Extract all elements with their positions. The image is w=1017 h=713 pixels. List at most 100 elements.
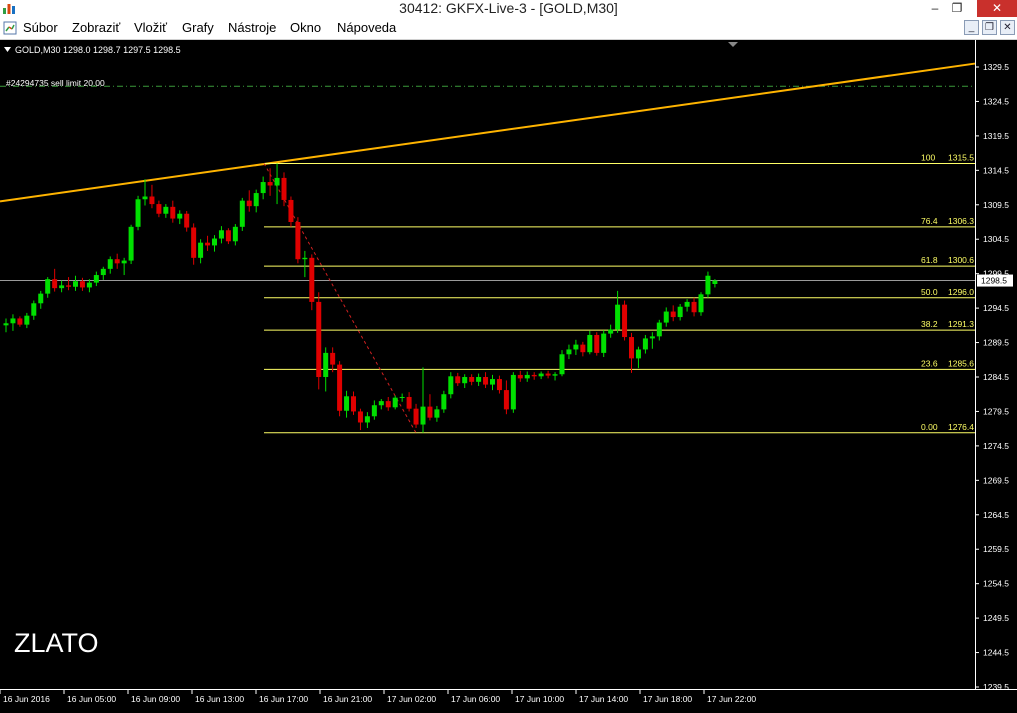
price-tick-label: 1324.5 (983, 96, 1009, 106)
candle-body (17, 318, 23, 325)
price-tick-label: 1274.5 (983, 441, 1009, 451)
candle-body (608, 329, 614, 334)
menu-tools[interactable]: Nástroje (228, 17, 276, 39)
menu-insert[interactable]: Vložiť (134, 17, 167, 39)
candle-body (267, 182, 273, 186)
candle-body (656, 322, 662, 337)
candle-body (427, 406, 433, 418)
candle-body (406, 396, 412, 409)
price-chart-area[interactable]: GOLD,M30 1298.0 1298.7 1297.5 1298.5 #24… (0, 40, 1017, 708)
price-tick-label: 1319.5 (983, 131, 1009, 141)
price-tick-label: 1289.5 (983, 338, 1009, 348)
candle-body (503, 390, 509, 410)
candle-body (559, 354, 565, 375)
fib-level-price: 1306.3 (948, 216, 974, 226)
mdi-restore-button[interactable]: ❐ (982, 20, 997, 35)
candle-body (24, 315, 30, 325)
candle-body (38, 293, 44, 304)
fib-level-ratio: 23.6 (921, 358, 938, 368)
fib-level-price: 1276.4 (948, 422, 974, 432)
menu-view[interactable]: Zobraziť (72, 17, 120, 39)
candle-body (239, 200, 245, 227)
chart-window-icon (3, 21, 17, 35)
candle-body (510, 374, 516, 410)
candle-body (253, 193, 259, 207)
candle-body (392, 397, 398, 408)
candle-body (434, 409, 440, 418)
price-tick-label: 1239.5 (983, 682, 1009, 692)
candle-body (3, 323, 9, 326)
candle-body (399, 396, 405, 398)
candle-body (107, 259, 113, 269)
time-tick-label: 17 Jun 14:00 (579, 694, 628, 704)
candle-body (316, 301, 322, 377)
candle-body (163, 206, 169, 214)
candle-body (712, 280, 718, 284)
fib-level-ratio: 50.0 (921, 287, 938, 297)
price-tick-label: 1254.5 (983, 579, 1009, 589)
price-tick-label: 1244.5 (983, 648, 1009, 658)
candle-body (86, 282, 92, 288)
fib-level-ratio: 76.4 (921, 216, 938, 226)
time-tick-label: 17 Jun 22:00 (707, 694, 756, 704)
candle (698, 292, 704, 316)
candle-body (135, 199, 141, 227)
menu-charts[interactable]: Grafy (182, 17, 214, 39)
menu-file[interactable]: Súbor (23, 17, 58, 39)
candle-body (420, 406, 426, 425)
candle-body (177, 213, 183, 219)
candle-body (170, 206, 176, 219)
candle-body (566, 349, 572, 355)
price-tick-label: 1309.5 (983, 200, 1009, 210)
candle-body (59, 285, 65, 289)
candle-body (357, 411, 363, 423)
price-tick-label: 1269.5 (983, 475, 1009, 485)
candle-body (156, 204, 162, 214)
price-chart[interactable]: GOLD,M30 1298.0 1298.7 1297.5 1298.5 #24… (0, 40, 1017, 708)
candle (392, 395, 398, 410)
time-tick-label: 16 Jun 13:00 (195, 694, 244, 704)
candle-body (198, 242, 204, 258)
mdi-close-button[interactable]: ✕ (1000, 20, 1015, 35)
candle (135, 195, 141, 231)
candle-body (225, 230, 231, 242)
close-button[interactable]: ✕ (977, 0, 1017, 17)
menu-window[interactable]: Okno (290, 17, 321, 39)
candle-body (337, 364, 343, 411)
mdi-minimize-button[interactable]: _ (964, 20, 979, 35)
candle-body (73, 281, 78, 287)
candle-body (45, 279, 51, 294)
candle-body (538, 373, 544, 377)
maximize-button[interactable]: ❐ (942, 0, 972, 17)
window-title: 30412: GKFX-Live-3 - [GOLD,M30] (399, 0, 618, 16)
candle-body (615, 304, 621, 330)
candle-body (100, 268, 106, 276)
price-tick-label: 1249.5 (983, 613, 1009, 623)
candle-body (698, 294, 704, 313)
candle-body (114, 259, 120, 264)
time-tick-label: 16 Jun 2016 (3, 694, 50, 704)
price-tick-label: 1279.5 (983, 406, 1009, 416)
candle-body (218, 230, 224, 239)
candle (295, 217, 301, 264)
candle-body (663, 311, 669, 323)
candle-body (649, 336, 655, 339)
candle-body (260, 182, 266, 194)
candle-body (601, 333, 607, 353)
time-tick-label: 17 Jun 18:00 (643, 694, 692, 704)
candle-body (483, 377, 489, 385)
time-tick-label: 16 Jun 21:00 (323, 694, 372, 704)
price-tick-label: 1264.5 (983, 510, 1009, 520)
candle (594, 332, 600, 356)
price-tick-label: 1294.5 (983, 303, 1009, 313)
time-tick-label: 17 Jun 10:00 (515, 694, 564, 704)
candle (239, 197, 245, 231)
candle-body (517, 374, 523, 379)
window-titlebar: 30412: GKFX-Live-3 - [GOLD,M30] – ❐ ✕ (0, 0, 1017, 17)
menu-help[interactable]: Nápoveda (337, 17, 396, 39)
candle-body (142, 196, 148, 200)
candle (510, 372, 516, 413)
candle-body (587, 334, 593, 353)
candle-body (295, 222, 301, 260)
candle-body (330, 352, 336, 365)
